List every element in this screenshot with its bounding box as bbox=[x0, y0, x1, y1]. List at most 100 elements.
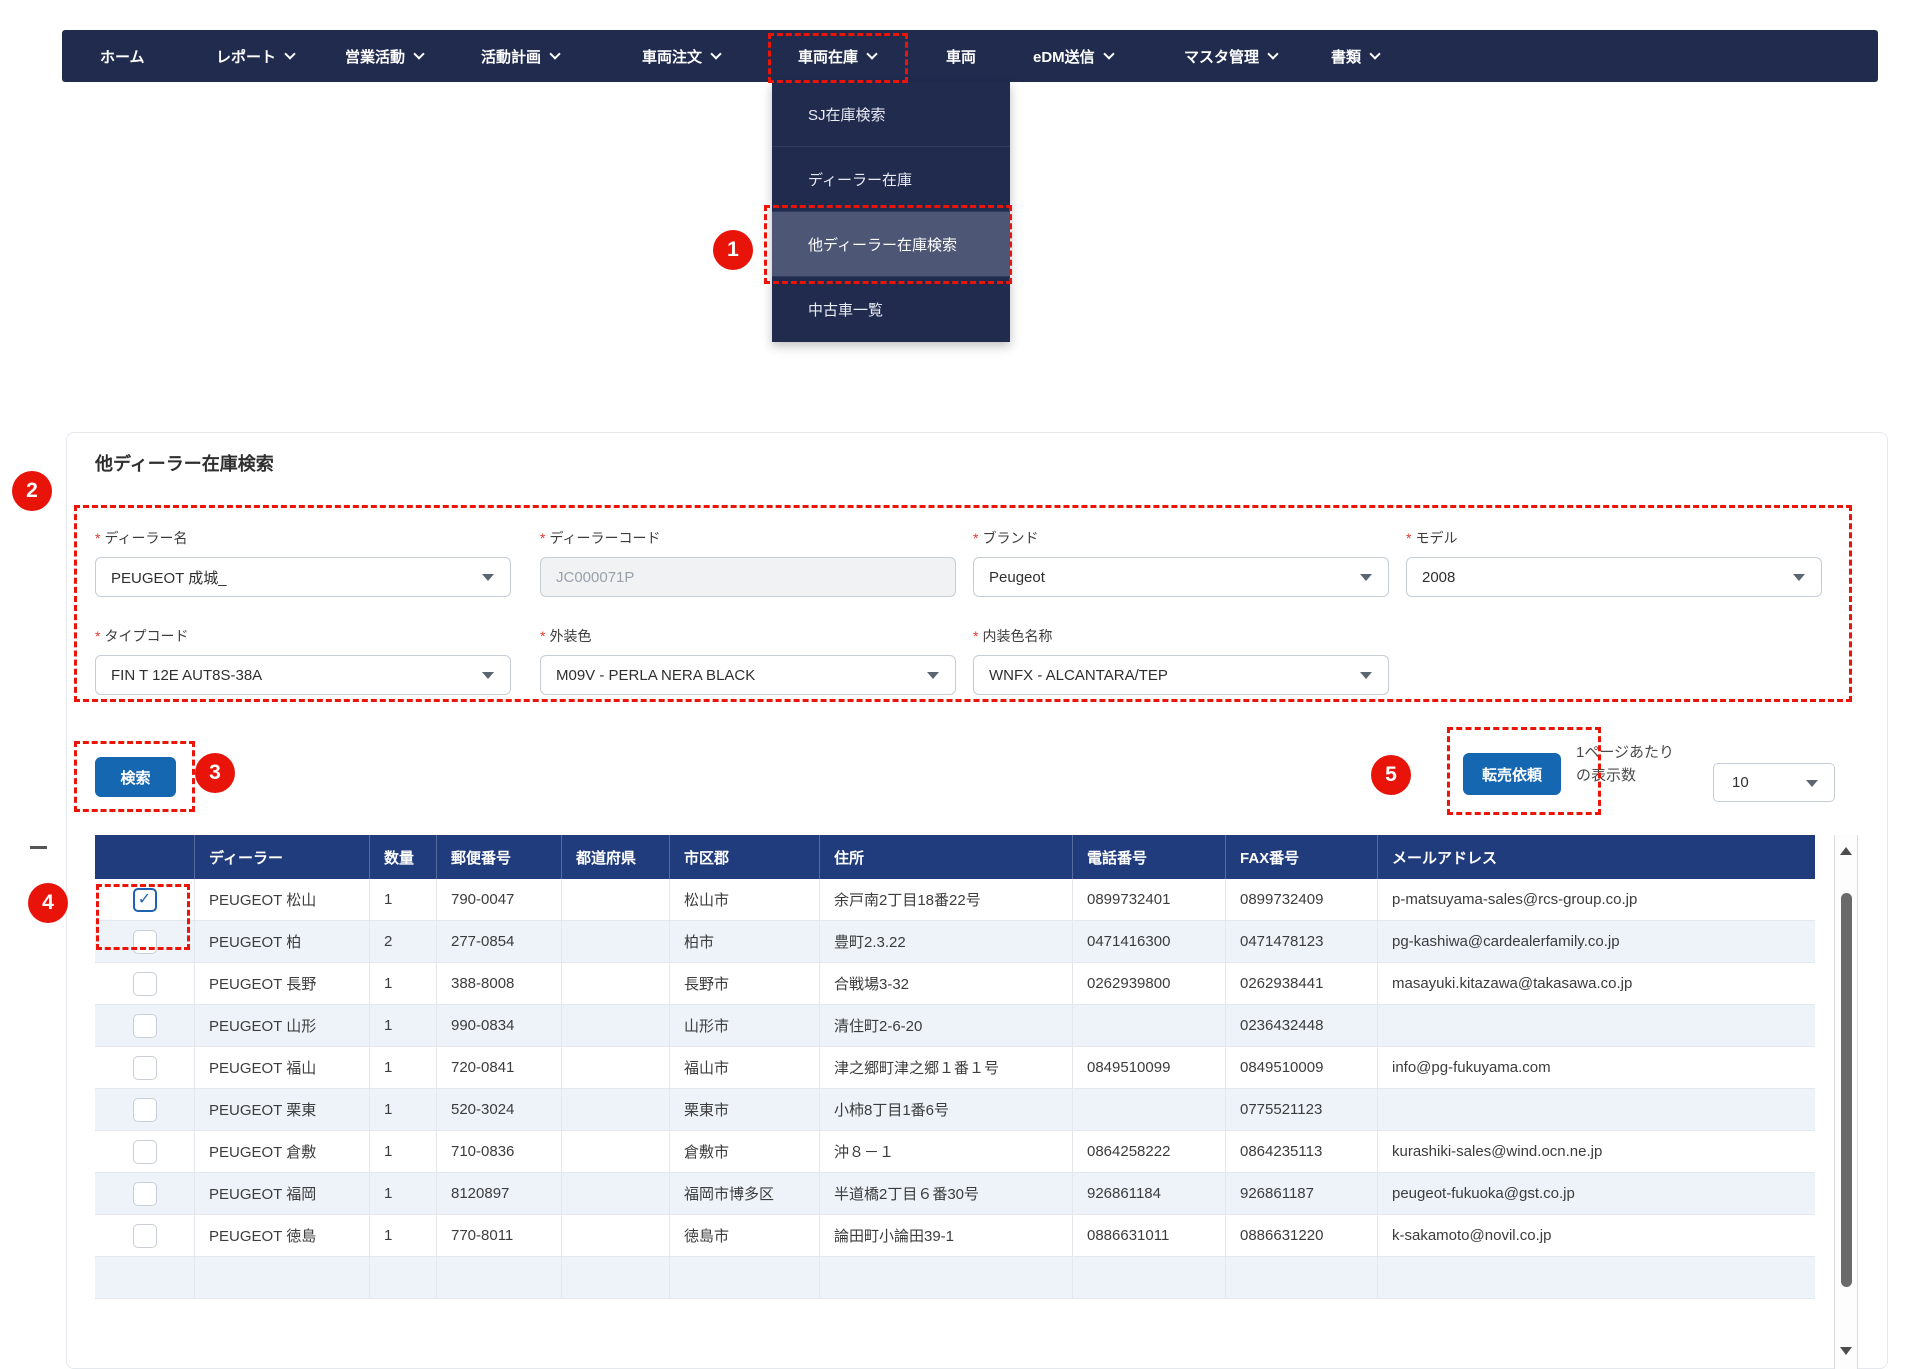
cell-fax: 0864235113 bbox=[1226, 1131, 1378, 1172]
cell-pref bbox=[562, 1257, 670, 1298]
required-asterisk: * bbox=[95, 530, 101, 546]
cell-phone: 0262939800 bbox=[1073, 963, 1226, 1004]
cell-zip: 790-0047 bbox=[437, 879, 562, 920]
form-field: * 内装色名称 WNFX - ALCANTARA/TEP bbox=[973, 626, 1389, 695]
nav-item[interactable]: 車両注文 bbox=[642, 30, 722, 82]
cell-zip bbox=[437, 1257, 562, 1298]
table-row: ✓ PEUGEOT 柏 2 277-0854 柏市 豊町2.3.22 04714… bbox=[95, 921, 1815, 963]
dropdown-menu-item[interactable]: ディーラー在庫 bbox=[772, 147, 1010, 212]
table-body: ✓ PEUGEOT 松山 1 790-0047 松山市 余戸南2丁目18番22号… bbox=[95, 879, 1815, 1299]
cell-dealer: PEUGEOT 倉敷 bbox=[195, 1131, 370, 1172]
row-checkbox[interactable]: ✓ bbox=[132, 1139, 157, 1164]
cell-city: 福岡市博多区 bbox=[670, 1173, 820, 1214]
row-checkbox[interactable]: ✓ bbox=[132, 1055, 157, 1080]
row-checkbox[interactable]: ✓ bbox=[132, 1097, 157, 1122]
row-checkbox[interactable]: ✓ bbox=[132, 1181, 157, 1206]
cell-address: 清住町2-6-20 bbox=[820, 1005, 1073, 1046]
dropdown-menu-item[interactable]: 他ディーラー在庫検索 bbox=[772, 212, 1010, 277]
nav-item[interactable]: ホーム bbox=[100, 30, 145, 82]
table-header-row: ディーラー 数量 郵便番号 都道府県 市区郡 住所 電話番号 FAX番号 メール… bbox=[95, 835, 1815, 879]
nav-item-label: 営業活動 bbox=[345, 48, 406, 66]
cell-email: p-matsuyama-sales@rcs-group.co.jp bbox=[1392, 891, 1638, 908]
cell-qty: 1 bbox=[370, 1089, 437, 1130]
cell-phone: 926861184 bbox=[1073, 1173, 1226, 1214]
nav-item[interactable]: マスタ管理 bbox=[1184, 30, 1279, 82]
nav-item[interactable]: 車両 bbox=[946, 30, 976, 82]
cell-city: 徳島市 bbox=[670, 1215, 820, 1256]
table-scrollbar[interactable] bbox=[1834, 835, 1858, 1369]
page-title: 他ディーラー在庫検索 bbox=[95, 454, 274, 474]
scroll-up-icon[interactable] bbox=[1840, 847, 1852, 855]
chevron-down-icon bbox=[284, 47, 296, 60]
dropdown-arrow-icon bbox=[482, 574, 494, 581]
cell-fax: 0886631220 bbox=[1226, 1215, 1378, 1256]
search-button[interactable]: 検索 bbox=[95, 757, 176, 797]
cell-pref bbox=[562, 1131, 670, 1172]
scrollbar-thumb[interactable] bbox=[1841, 893, 1852, 1287]
field-value: 2008 bbox=[1422, 568, 1456, 586]
row-checkbox[interactable]: ✓ bbox=[132, 929, 157, 954]
field-input[interactable]: WNFX - ALCANTARA/TEP bbox=[973, 655, 1389, 695]
annotation-circle-2: 2 bbox=[12, 471, 52, 511]
nav-item[interactable]: レポート bbox=[216, 30, 296, 82]
cell-fax: 0262938441 bbox=[1226, 963, 1378, 1004]
col-checkbox bbox=[95, 835, 195, 879]
scroll-down-icon[interactable] bbox=[1840, 1347, 1852, 1355]
cell-email: peugeot-fukuoka@gst.co.jp bbox=[1392, 1185, 1575, 1202]
field-value: WNFX - ALCANTARA/TEP bbox=[989, 666, 1168, 684]
cell-city: 福山市 bbox=[670, 1047, 820, 1088]
nav-item-label: 車両 bbox=[946, 48, 977, 66]
cell-pref bbox=[562, 1047, 670, 1088]
row-checkbox[interactable]: ✓ bbox=[132, 971, 157, 996]
nav-item[interactable]: 活動計画 bbox=[481, 30, 561, 82]
field-input[interactable]: M09V - PERLA NERA BLACK bbox=[540, 655, 956, 695]
dropdown-menu-item[interactable]: SJ在庫検索 bbox=[772, 82, 1010, 147]
row-checkbox[interactable]: ✓ bbox=[132, 1223, 157, 1248]
cell-phone: 0886631011 bbox=[1073, 1215, 1226, 1256]
cell-dealer: PEUGEOT 柏 bbox=[195, 921, 370, 962]
nav-item[interactable]: 書類 bbox=[1331, 30, 1381, 82]
cell-qty: 1 bbox=[370, 1215, 437, 1256]
col-phone: 電話番号 bbox=[1073, 835, 1226, 879]
nav-item[interactable]: 車両在庫 bbox=[798, 30, 878, 82]
nav-item[interactable]: eDM送信 bbox=[1033, 30, 1115, 82]
field-label: * 内装色名称 bbox=[973, 628, 1053, 644]
cell-phone bbox=[1073, 1005, 1226, 1046]
cell-zip: 770-8011 bbox=[437, 1215, 562, 1256]
cell-city: 倉敷市 bbox=[670, 1131, 820, 1172]
form-field: * 外装色 M09V - PERLA NERA BLACK bbox=[540, 626, 956, 695]
table-row: ✓ PEUGEOT 福岡 1 8120897 福岡市博多区 半道橋2丁目６番30… bbox=[95, 1173, 1815, 1215]
col-city: 市区郡 bbox=[670, 835, 820, 879]
cell-phone bbox=[1073, 1089, 1226, 1130]
cell-pref bbox=[562, 1173, 670, 1214]
field-input[interactable]: JC000071P bbox=[540, 557, 956, 597]
cell-dealer: PEUGEOT 福山 bbox=[195, 1047, 370, 1088]
field-input[interactable]: FIN T 12E AUT8S-38A bbox=[95, 655, 511, 695]
cell-address: 小柿8丁目1番6号 bbox=[820, 1089, 1073, 1130]
row-checkbox[interactable]: ✓ bbox=[132, 1013, 157, 1038]
nav-item[interactable]: 営業活動 bbox=[345, 30, 425, 82]
row-checkbox[interactable]: ✓ bbox=[132, 887, 157, 912]
table-row: ✓ PEUGEOT 福山 1 720-0841 福山市 津之郷町津之郷１番１号 … bbox=[95, 1047, 1815, 1089]
col-fax: FAX番号 bbox=[1226, 835, 1378, 879]
form-field: * ディーラー名 PEUGEOT 成城_ bbox=[95, 528, 511, 597]
field-value: JC000071P bbox=[556, 568, 635, 586]
cell-email: kurashiki-sales@wind.ocn.ne.jp bbox=[1392, 1143, 1603, 1160]
resale-request-button[interactable]: 転売依頼 bbox=[1463, 753, 1561, 795]
cell-zip: 388-8008 bbox=[437, 963, 562, 1004]
menu-item-label: 中古車一覧 bbox=[808, 302, 884, 319]
nav-item-label: 車両在庫 bbox=[798, 48, 859, 66]
field-input[interactable]: Peugeot bbox=[973, 557, 1389, 597]
cell-address: 論田町小論田39-1 bbox=[820, 1215, 1073, 1256]
cell-address bbox=[820, 1257, 1073, 1298]
field-input[interactable]: 2008 bbox=[1406, 557, 1822, 597]
cell-qty: 1 bbox=[370, 963, 437, 1004]
per-page-select[interactable]: 10 bbox=[1713, 763, 1835, 802]
top-navbar: ホーム レポート 営業活動 活動計画 車両注文 車両在庫 車両 eDM送信 マス… bbox=[62, 30, 1878, 82]
annotation-circle-1: 1 bbox=[713, 230, 753, 270]
dropdown-menu-item[interactable]: 中古車一覧 bbox=[772, 277, 1010, 342]
cell-address: 津之郷町津之郷１番１号 bbox=[820, 1047, 1073, 1088]
field-label: * ブランド bbox=[973, 530, 1039, 546]
field-input[interactable]: PEUGEOT 成城_ bbox=[95, 557, 511, 597]
cell-qty: 1 bbox=[370, 1047, 437, 1088]
